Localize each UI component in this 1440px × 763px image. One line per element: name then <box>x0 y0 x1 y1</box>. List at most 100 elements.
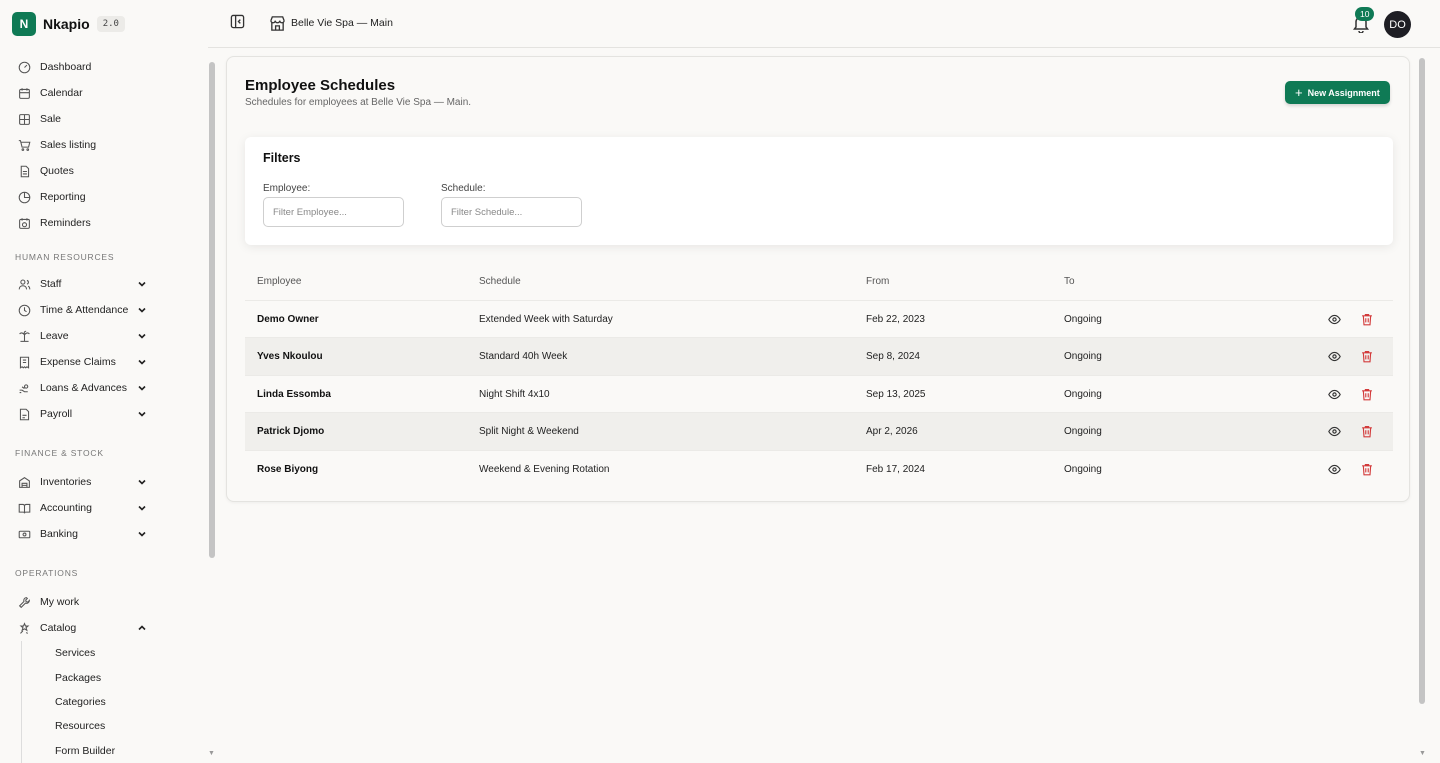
to-cell: Ongoing <box>1064 388 1102 400</box>
sidebar-item-catalog[interactable]: Catalog <box>0 615 208 641</box>
column-header-from[interactable]: From <box>866 276 889 287</box>
sidebar-item-label: Inventories <box>40 476 92 488</box>
cart-icon <box>18 139 31 152</box>
sidebar-item-sales-listing[interactable]: Sales listing <box>0 132 208 158</box>
schedule-cell: Extended Week with Saturday <box>479 314 613 325</box>
sidebar-item-reporting[interactable]: Reporting <box>0 184 208 210</box>
submenu-item-form-builder[interactable]: Form Builder <box>22 739 208 763</box>
chevron-down-icon <box>138 359 146 365</box>
sidebar-item-label: Accounting <box>40 502 92 514</box>
wrench-icon <box>18 596 31 609</box>
sidebar-item-label: Time & Attendance <box>40 304 129 316</box>
schedule-cell: Standard 40h Week <box>479 351 568 363</box>
sidebar-item-expense-claims[interactable]: Expense Claims <box>0 349 208 375</box>
eye-icon[interactable] <box>1328 313 1341 326</box>
column-header-schedule[interactable]: Schedule <box>479 276 521 287</box>
sidebar-item-time-attendance[interactable]: Time & Attendance <box>0 297 208 323</box>
employee-filter-label: Employee: <box>263 183 311 194</box>
section-title-finance: Finance & Stock <box>15 448 104 458</box>
scroll-down-arrow-icon[interactable]: ▼ <box>1419 750 1426 757</box>
sidebar-item-label: My work <box>40 596 80 608</box>
sidebar-item-label: Expense Claims <box>40 356 116 368</box>
table-header: Employee Schedule From To <box>245 263 1393 301</box>
sidebar-item-label: Staff <box>40 278 62 290</box>
employee-cell: Rose Biyong <box>257 463 319 475</box>
main-scrollbar[interactable] <box>1419 58 1425 704</box>
eye-icon[interactable] <box>1328 463 1341 476</box>
chevron-down-icon <box>138 531 146 537</box>
column-header-employee[interactable]: Employee <box>257 276 301 287</box>
submenu-item-categories[interactable]: Categories <box>22 690 208 714</box>
sidebar-item-staff[interactable]: Staff <box>0 271 208 297</box>
sidebar-scrollbar[interactable] <box>209 62 215 558</box>
banknote-icon <box>18 528 31 541</box>
eye-icon[interactable] <box>1328 425 1341 438</box>
from-cell: Sep 8, 2024 <box>866 351 920 363</box>
sidebar-item-leave[interactable]: Leave <box>0 323 208 349</box>
submenu-item-services[interactable]: Services <box>22 641 208 665</box>
schedule-filter-label: Schedule: <box>441 183 486 194</box>
sidebar-toggle-icon[interactable] <box>230 14 245 29</box>
sidebar-item-accounting[interactable]: Accounting <box>0 495 208 521</box>
sidebar-item-label: Loans & Advances <box>40 382 127 394</box>
sidebar-item-banking[interactable]: Banking <box>0 521 208 547</box>
sidebar: N Nkapio 2.0 Dashboard Calendar Sale Sal… <box>0 0 208 763</box>
submenu-item-packages[interactable]: Packages <box>22 665 208 689</box>
avatar[interactable]: DO <box>1384 11 1411 38</box>
column-header-to[interactable]: To <box>1064 276 1075 287</box>
money-icon <box>18 382 31 395</box>
chevron-down-icon <box>138 385 146 391</box>
trash-icon[interactable] <box>1361 350 1373 363</box>
sidebar-item-loans-advances[interactable]: Loans & Advances <box>0 375 208 401</box>
book-icon <box>18 502 31 515</box>
filters-title: Filters <box>263 151 301 165</box>
trash-icon[interactable] <box>1361 313 1373 326</box>
sidebar-item-dashboard[interactable]: Dashboard <box>0 54 208 80</box>
trash-icon[interactable] <box>1361 388 1373 401</box>
brand-name: Nkapio <box>43 16 90 32</box>
table-row[interactable]: Patrick Djomo Split Night & Weekend Apr … <box>245 413 1393 451</box>
from-cell: Feb 22, 2023 <box>866 314 925 325</box>
trash-icon[interactable] <box>1361 463 1373 476</box>
sidebar-item-payroll[interactable]: Payroll <box>0 401 208 427</box>
table-row[interactable]: Linda Essomba Night Shift 4x10 Sep 13, 2… <box>245 376 1393 414</box>
sidebar-item-reminders[interactable]: Reminders <box>0 210 208 236</box>
employee-filter-input[interactable] <box>263 197 404 227</box>
store-selector[interactable]: Belle Vie Spa — Main <box>291 17 393 29</box>
eye-icon[interactable] <box>1328 388 1341 401</box>
to-cell: Ongoing <box>1064 426 1102 438</box>
chevron-down-icon <box>138 307 146 313</box>
schedule-filter-input[interactable] <box>441 197 582 227</box>
table-row[interactable]: Rose Biyong Weekend & Evening Rotation F… <box>245 451 1393 488</box>
trash-icon[interactable] <box>1361 425 1373 438</box>
chevron-down-icon <box>138 281 146 287</box>
section-title-operations: Operations <box>15 568 79 578</box>
schedules-table: Employee Schedule From To Demo Owner Ext… <box>245 263 1393 488</box>
table-row[interactable]: Yves Nkoulou Standard 40h Week Sep 8, 20… <box>245 338 1393 376</box>
pie-chart-icon <box>18 191 31 204</box>
eye-icon[interactable] <box>1328 350 1341 363</box>
sidebar-item-sale[interactable]: Sale <box>0 106 208 132</box>
schedules-card: Employee Schedules Schedules for employe… <box>226 56 1410 502</box>
submenu-item-resources[interactable]: Resources <box>22 714 208 738</box>
users-icon <box>18 278 31 291</box>
filters-panel: Filters Employee: Schedule: <box>245 137 1393 245</box>
reminder-icon <box>18 217 31 230</box>
to-cell: Ongoing <box>1064 314 1102 325</box>
catalog-submenu: Services Packages Categories Resources F… <box>21 641 208 763</box>
receipt-icon <box>18 356 31 369</box>
version-badge: 2.0 <box>96 16 125 32</box>
brand[interactable]: N Nkapio 2.0 <box>12 12 125 36</box>
sidebar-item-my-work[interactable]: My work <box>0 589 208 615</box>
from-cell: Apr 2, 2026 <box>866 426 918 438</box>
to-cell: Ongoing <box>1064 463 1102 475</box>
sidebar-item-inventories[interactable]: Inventories <box>0 469 208 495</box>
notification-badge: 10 <box>1355 7 1375 21</box>
table-row[interactable]: Demo Owner Extended Week with Saturday F… <box>245 301 1393 339</box>
to-cell: Ongoing <box>1064 351 1102 363</box>
sidebar-item-quotes[interactable]: Quotes <box>0 158 208 184</box>
scroll-down-arrow-icon[interactable]: ▼ <box>208 750 215 757</box>
new-assignment-button[interactable]: + New Assignment <box>1285 81 1390 104</box>
sidebar-item-label: Sale <box>40 113 62 125</box>
sidebar-item-calendar[interactable]: Calendar <box>0 80 208 106</box>
